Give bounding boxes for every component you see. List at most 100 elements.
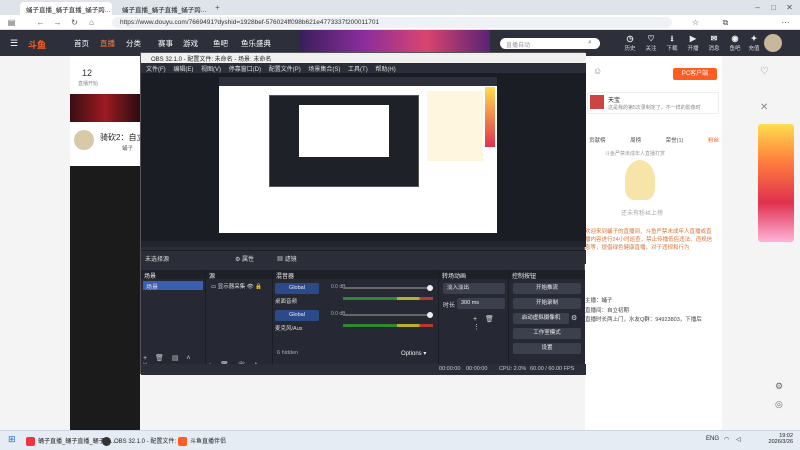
streamer-avatar[interactable] (74, 130, 94, 150)
like-icon[interactable]: ♡ (760, 66, 769, 77)
share-icon[interactable]: ✕ (760, 102, 768, 113)
tab-fans[interactable]: 粉丝 (708, 136, 719, 144)
wifi-icon[interactable]: ◠ (724, 436, 729, 443)
sidebar-icon[interactable]: ▤ (6, 17, 17, 28)
menu-icon[interactable]: ⋯ (780, 17, 791, 28)
tab-honor[interactable]: 荣誉(1) (666, 136, 684, 144)
favorite-icon[interactable]: ☆ (690, 17, 701, 28)
taskbar-item-obs[interactable]: OBS 32.1.0 - 配置文件: 未 (102, 436, 184, 446)
chat-message: 直播间：自立初期 (585, 308, 630, 314)
taskbar-item-companion[interactable]: 斗鱼直播伴侣 (178, 436, 226, 446)
close-icon[interactable]: ✕ (784, 2, 795, 13)
chat-panel: ☺ PC客户端 天宝 这是我的第5次录制定了，不一样的影像时 贡献榜 周榜 荣誉… (585, 56, 722, 430)
event-promo[interactable] (758, 124, 794, 242)
minimize-icon[interactable]: – (752, 2, 763, 13)
stream-thumbnail[interactable] (70, 94, 140, 122)
follow-icon[interactable]: ♡ 关注 (641, 34, 661, 52)
tab-weekly[interactable]: 周榜 (630, 136, 641, 144)
history-icon[interactable]: ◷ 历史 (620, 34, 640, 52)
nested-obs-preview (299, 105, 389, 157)
broadcast-icon[interactable]: ▶ 开播 (683, 34, 703, 52)
nav-esports[interactable]: 赛事 (158, 38, 173, 49)
clock-date: 2026/3/26 (768, 439, 793, 445)
pc-client-button[interactable]: PC客户端 (673, 68, 717, 80)
language-indicator[interactable]: ENG (706, 436, 719, 442)
scene-item[interactable]: 场景 (143, 281, 203, 291)
search-input[interactable]: 直播自动 (500, 38, 600, 49)
sources-dock: 源 ▭ 显示器采集 👁 🔒 + 🗑 ⚙ ˄ (206, 270, 273, 375)
gear-icon[interactable]: ⚙ (775, 381, 783, 392)
filters-button[interactable]: ▦ 滤镜 (277, 254, 297, 263)
recharge-icon[interactable]: ✦ 充值 (744, 34, 764, 52)
search-icon[interactable]: ⌕ (588, 39, 592, 47)
right-float-bar: ♡ ✕ ⚙ ◎ (740, 56, 800, 430)
home-icon[interactable]: ⌂ (86, 17, 97, 28)
mic-global[interactable]: Global (275, 310, 319, 321)
new-tab-icon[interactable]: + (212, 2, 223, 13)
stream-title: 骑砍2：自立 (100, 133, 140, 142)
source-item[interactable]: ▭ 显示器采集 👁 🔒 (208, 281, 270, 290)
mascot-image (625, 160, 655, 200)
back-icon[interactable]: ← (35, 17, 46, 28)
nav-home[interactable]: 首页 (74, 38, 89, 49)
start-icon[interactable]: ⊞ (8, 434, 16, 445)
desktop-audio-slider[interactable] (343, 285, 433, 291)
chat-message: 直播时长两上门，水友Q群：94923803，下播后 (585, 317, 702, 323)
obs-preview[interactable] (141, 73, 586, 241)
url-input[interactable]: https://www.douyu.com/7669491?dyshid=192… (112, 17, 672, 28)
start-recording-button[interactable]: 开始录制 (513, 298, 581, 309)
site-logo[interactable]: 斗鱼 (28, 38, 46, 51)
room-info-panel: 12 直播开始 骑砍2：自立 蛹子 (70, 56, 140, 430)
refresh-icon[interactable]: ↻ (69, 17, 80, 28)
controls-dock: 控制按钮 开始推流 开始录制 启动虚拟摄像机 ⚙ 工作室模式 设置 (509, 270, 585, 375)
browser-tab[interactable]: 蛹子直播_蛹子直播_蛹子跨... (20, 2, 112, 15)
tab-contribution[interactable]: 贡献榜 (589, 136, 606, 144)
scenes-dock: 场景 场景 + 🗑 ▤ ˄ ˅ (141, 270, 206, 375)
transition-select[interactable]: 淡入淡出 (443, 283, 505, 294)
obs-icon (102, 436, 111, 446)
browser-icon (26, 436, 35, 446)
transition-controls[interactable]: + 🗑 ⋮ (473, 315, 508, 331)
options-button[interactable]: Options ▾ (401, 350, 426, 357)
download-icon[interactable]: ⭳ 下载 (662, 34, 682, 52)
nav-live[interactable]: 直播 (100, 38, 115, 49)
taskbar: ⊞ 蛹子直播_蛹子直播_蛹子跨... OBS 32.1.0 - 配置文件: 未 … (0, 430, 800, 450)
chat-message: 欢迎来到蛹子的直播间，斗鱼严禁未成年人直播或直播内容进行24小时巡查，禁止传播低… (585, 229, 713, 251)
nav-games[interactable]: 游戏 (183, 38, 198, 49)
rank-tabs: 贡献榜 周榜 荣誉(1) 粉丝 (589, 136, 719, 144)
avatar[interactable] (764, 34, 782, 52)
nested-promo (485, 87, 495, 147)
hamburger-icon[interactable]: ☰ (10, 38, 18, 49)
follow-status: 直播开始 (78, 81, 99, 87)
start-streaming-button[interactable]: 开始推流 (513, 283, 581, 294)
transitions-header: 转场动画 (439, 270, 508, 280)
volume-icon[interactable]: ◁ (736, 436, 741, 443)
virtual-camera-button[interactable]: 启动虚拟摄像机 (513, 313, 569, 324)
target-icon[interactable]: ◎ (775, 399, 783, 410)
message-icon[interactable]: ✉ 消息 (704, 34, 724, 52)
extensions-icon[interactable]: ⧉ (720, 17, 731, 28)
chat-notice: 斗鱼严禁未成年人直播打赏 (605, 151, 666, 157)
nav-category[interactable]: 分类 (126, 38, 141, 49)
streamer-name[interactable]: 蛹子 (122, 144, 133, 152)
ad-card[interactable]: 天宝 这是我的第5次录制定了，不一样的影像时 (587, 92, 719, 114)
duration-input[interactable]: 300 ms (457, 298, 505, 309)
virtual-camera-settings-icon[interactable]: ⚙ (571, 314, 577, 322)
studio-mode-button[interactable]: 工作室模式 (513, 328, 581, 339)
mic-slider[interactable] (343, 312, 433, 318)
video-player[interactable] (70, 166, 140, 430)
nav-fishbar[interactable]: 鱼吧 (213, 38, 228, 49)
fishbar-icon[interactable]: ◉ 鱼吧 (725, 34, 745, 52)
browser-tab[interactable]: 蛹子直播_蛹子直播_蛹子跨... (116, 2, 208, 15)
forward-icon[interactable]: → (52, 17, 63, 28)
settings-button[interactable]: 设置 (513, 343, 581, 354)
obs-status-bar: 00:00:00 00:00:00 CPU: 2.0% 60.00 / 60.0… (141, 364, 586, 375)
emoji-icon[interactable]: ☺ (593, 66, 602, 76)
properties-button[interactable]: ⚙ 属性 (235, 254, 254, 263)
maximize-icon[interactable]: □ (768, 2, 779, 13)
nested-chat (427, 91, 483, 161)
nav-festival[interactable]: 鱼乐盛典 (241, 38, 271, 49)
preview-canvas (219, 77, 497, 233)
clock[interactable]: 19:02 2026/3/26 (765, 433, 793, 445)
desktop-audio-global[interactable]: Global (275, 283, 319, 294)
